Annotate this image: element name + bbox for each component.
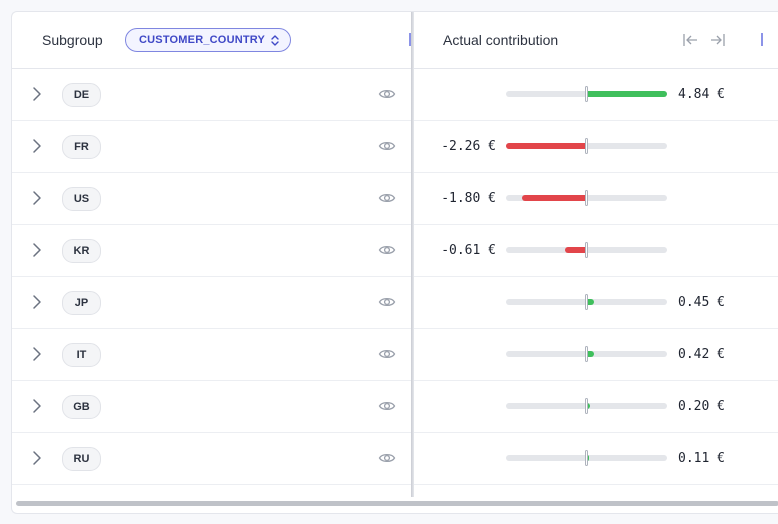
subgroup-header-label: Subgroup xyxy=(42,32,103,48)
eye-icon[interactable] xyxy=(378,398,396,414)
subgroup-tag: IT xyxy=(62,343,101,367)
subgroup-row[interactable]: JP xyxy=(12,277,411,329)
chevron-right-icon[interactable] xyxy=(31,398,43,414)
eye-icon[interactable] xyxy=(378,86,396,102)
zero-marker xyxy=(585,86,588,102)
contribution-bar-track xyxy=(506,398,667,414)
zero-marker xyxy=(585,346,588,362)
sort-updown-icon xyxy=(271,34,279,46)
contribution-column: Actual contribution 4.84 € -2.26 € -1.80… xyxy=(414,12,778,497)
positive-contribution-bar xyxy=(587,299,595,305)
contribution-value: 4.84 € xyxy=(678,87,725,102)
subgroup-tag: JP xyxy=(62,291,101,315)
contribution-header: Actual contribution xyxy=(414,12,778,69)
contribution-row: -0.61 € xyxy=(414,225,778,277)
contribution-bar-track xyxy=(506,242,667,258)
subgroup-tag: RU xyxy=(62,447,101,471)
chevron-right-icon[interactable] xyxy=(31,242,43,258)
contribution-bar-track xyxy=(506,138,667,154)
zero-marker xyxy=(585,190,588,206)
subgroup-tag: GB xyxy=(62,395,101,419)
chevron-right-icon[interactable] xyxy=(31,190,43,206)
expand-right-icon[interactable] xyxy=(708,32,726,48)
subgroup-row[interactable]: FR xyxy=(12,121,411,173)
subgroup-tag: FR xyxy=(62,135,101,159)
eye-icon[interactable] xyxy=(378,346,396,362)
contribution-row: -2.26 € xyxy=(414,121,778,173)
eye-icon[interactable] xyxy=(378,294,396,310)
subgroup-header: Subgroup CUSTOMER_COUNTRY xyxy=(12,12,411,69)
contribution-row: 0.20 € xyxy=(414,381,778,433)
chevron-right-icon[interactable] xyxy=(31,86,43,102)
contribution-row: 4.84 € xyxy=(414,69,778,121)
contribution-bar-track xyxy=(506,346,667,362)
group-by-selector-label: CUSTOMER_COUNTRY xyxy=(139,34,266,46)
chevron-right-icon[interactable] xyxy=(31,294,43,310)
contribution-value: -0.61 € xyxy=(441,243,496,258)
subgroup-tag: US xyxy=(62,187,101,211)
contribution-bar-track xyxy=(506,190,667,206)
negative-contribution-bar xyxy=(522,195,587,201)
contribution-header-label: Actual contribution xyxy=(443,32,559,48)
subgroup-column: Subgroup CUSTOMER_COUNTRY DE FR US KR JP IT GB… xyxy=(12,12,411,497)
zero-marker xyxy=(585,450,588,466)
positive-contribution-bar xyxy=(587,91,667,97)
zero-marker xyxy=(585,242,588,258)
positive-contribution-bar xyxy=(587,351,594,357)
contribution-row: 0.45 € xyxy=(414,277,778,329)
subgroup-row[interactable]: DE xyxy=(12,69,411,121)
subgroup-row[interactable]: RU xyxy=(12,433,411,485)
group-by-selector[interactable]: CUSTOMER_COUNTRY xyxy=(125,28,292,52)
contribution-value: 0.42 € xyxy=(678,347,725,362)
subgroup-row[interactable]: IT xyxy=(12,329,411,381)
contribution-value: -2.26 € xyxy=(441,139,496,154)
zero-marker xyxy=(585,398,588,414)
column-resize-handle[interactable] xyxy=(761,33,763,46)
negative-contribution-bar xyxy=(506,143,587,149)
contribution-table: Subgroup CUSTOMER_COUNTRY DE FR US KR JP IT GB… xyxy=(11,11,778,514)
horizontal-scrollbar[interactable] xyxy=(16,501,778,506)
contribution-bar-track xyxy=(506,450,667,466)
contribution-bar-track xyxy=(506,86,667,102)
chevron-right-icon[interactable] xyxy=(31,346,43,362)
contribution-row: -1.80 € xyxy=(414,173,778,225)
contribution-value: -1.80 € xyxy=(441,191,496,206)
subgroup-row[interactable]: KR xyxy=(12,225,411,277)
contribution-row: 0.42 € xyxy=(414,329,778,381)
subgroup-tag: DE xyxy=(62,83,101,107)
contribution-bar-track xyxy=(506,294,667,310)
negative-contribution-bar xyxy=(565,247,587,253)
contribution-value: 0.11 € xyxy=(678,451,725,466)
subgroup-row[interactable]: US xyxy=(12,173,411,225)
collapse-left-icon[interactable] xyxy=(682,32,700,48)
subgroup-tag: KR xyxy=(62,239,101,263)
eye-icon[interactable] xyxy=(378,450,396,466)
chevron-right-icon[interactable] xyxy=(31,138,43,154)
contribution-row: 0.11 € xyxy=(414,433,778,485)
chevron-right-icon[interactable] xyxy=(31,450,43,466)
contribution-value: 0.45 € xyxy=(678,295,725,310)
contribution-value: 0.20 € xyxy=(678,399,725,414)
zero-marker xyxy=(585,138,588,154)
zero-marker xyxy=(585,294,588,310)
subgroup-row[interactable]: GB xyxy=(12,381,411,433)
